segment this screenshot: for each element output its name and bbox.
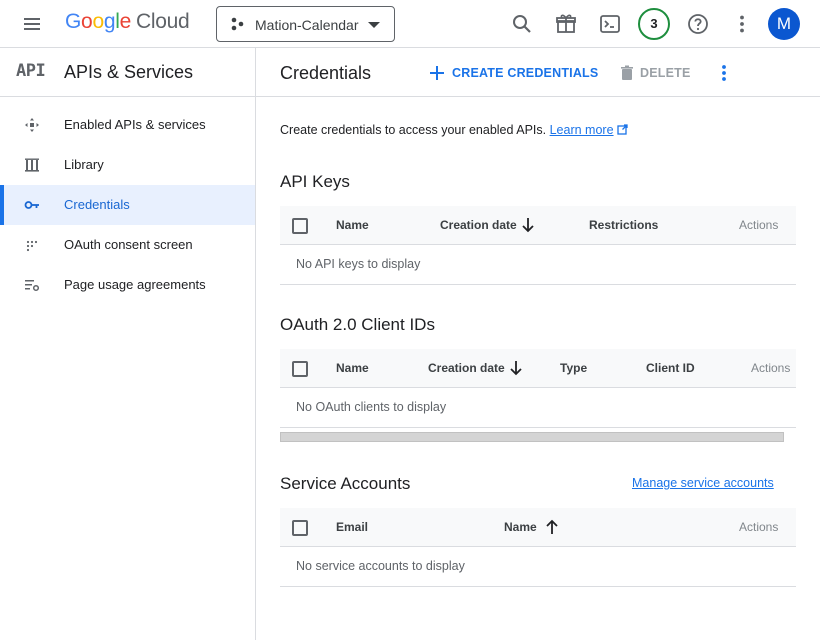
select-all-checkbox[interactable] <box>292 520 308 536</box>
diamond-arrows-icon <box>25 118 39 132</box>
intro-text: Create credentials to access your enable… <box>280 123 628 137</box>
api-keys-table: Name Creation date Restrictions Actions … <box>280 206 796 286</box>
trash-icon <box>621 65 633 80</box>
sidebar-item-label: Enabled APIs & services <box>64 117 206 132</box>
empty-state-text: No API keys to display <box>296 257 421 271</box>
table-header: Name Creation date Type Client ID Action… <box>280 349 796 388</box>
column-header[interactable]: Client ID <box>646 361 695 375</box>
google-cloud-logo[interactable]: Google Cloud <box>65 10 190 34</box>
sidebar-item-oauth-consent[interactable]: OAuth consent screen <box>0 225 255 265</box>
empty-state-text: No service accounts to display <box>296 559 465 573</box>
table-header: Name Creation date Restrictions Actions <box>280 206 796 245</box>
empty-state-text: No OAuth clients to display <box>296 400 447 414</box>
service-accounts-table: Email Name Actions No service accounts t… <box>280 508 796 588</box>
gift-icon[interactable] <box>554 12 578 36</box>
horizontal-scrollbar[interactable] <box>280 432 784 442</box>
more-vert-icon[interactable] <box>730 12 754 36</box>
main-content: Credentials CREATE CREDENTIALS DELETE Cr… <box>256 48 820 640</box>
logo-cloud-text: Cloud <box>135 10 190 33</box>
create-credentials-button[interactable]: CREATE CREDENTIALS <box>430 62 598 84</box>
chevron-down-icon <box>368 22 380 28</box>
top-bar: Google Cloud Mation-Calendar 3 M <box>0 0 820 48</box>
project-name: Mation-Calendar <box>255 17 359 33</box>
key-icon <box>24 201 39 209</box>
learn-more-link[interactable]: Learn more <box>550 123 614 137</box>
intro-description: Create credentials to access your enable… <box>280 123 547 137</box>
delete-label: DELETE <box>640 66 691 80</box>
sidebar-item-credentials[interactable]: Credentials <box>0 185 255 225</box>
column-header: Actions <box>739 520 779 534</box>
sidebar-item-label: Credentials <box>64 197 130 212</box>
logo-google-text: Google <box>65 10 131 33</box>
table-row: No API keys to display <box>280 245 796 285</box>
more-vert-icon[interactable] <box>714 61 734 85</box>
sidebar: API APIs & Services Enabled APIs & servi… <box>0 48 256 640</box>
create-credentials-label: CREATE CREDENTIALS <box>452 66 599 80</box>
column-header[interactable]: Name <box>336 361 369 375</box>
page-title: Credentials <box>280 63 372 83</box>
search-icon[interactable] <box>510 12 534 36</box>
column-header: Actions <box>751 361 791 375</box>
column-header: Actions <box>739 218 779 232</box>
oauth-heading: OAuth 2.0 Client IDs <box>280 315 435 334</box>
table-header: Email Name Actions <box>280 508 796 547</box>
external-link-icon[interactable] <box>617 124 628 135</box>
learn-more-label: Learn more <box>549 123 614 137</box>
delete-button[interactable]: DELETE <box>620 62 691 84</box>
sidebar-item-library[interactable]: Library <box>0 145 255 185</box>
arrow-up-icon[interactable] <box>545 519 559 535</box>
column-header[interactable]: Creation date <box>440 218 517 232</box>
select-all-checkbox[interactable] <box>292 218 308 234</box>
sidebar-item-page-usage[interactable]: Page usage agreements <box>0 265 255 305</box>
project-picker[interactable]: Mation-Calendar <box>216 6 395 42</box>
table-row: No OAuth clients to display <box>280 388 796 428</box>
terminal-icon[interactable] <box>598 12 622 36</box>
project-dots-icon <box>231 17 244 31</box>
notification-badge[interactable]: 3 <box>638 8 670 40</box>
oauth-table: Name Creation date Type Client ID Action… <box>280 349 796 429</box>
column-header[interactable]: Creation date <box>428 361 505 375</box>
column-header[interactable]: Name <box>504 520 537 534</box>
column-header[interactable]: Type <box>560 361 587 375</box>
list-settings-icon <box>25 280 40 292</box>
action-bar: Credentials CREATE CREDENTIALS DELETE <box>256 48 820 97</box>
sidebar-title: APIs & Services <box>64 62 194 82</box>
column-header[interactable]: Restrictions <box>589 218 658 232</box>
api-keys-heading: API Keys <box>280 172 350 191</box>
plus-icon <box>430 66 444 80</box>
sidebar-item-label: OAuth consent screen <box>64 237 193 252</box>
sidebar-item-label: Library <box>64 157 104 172</box>
api-logo: API <box>16 61 46 81</box>
dots-grid-icon <box>26 240 38 252</box>
table-row: No service accounts to display <box>280 547 796 587</box>
library-icon <box>25 158 39 172</box>
column-header[interactable]: Name <box>336 218 369 232</box>
service-accounts-heading: Service Accounts <box>280 474 411 493</box>
column-header[interactable]: Email <box>336 520 368 534</box>
menu-icon[interactable] <box>20 12 44 36</box>
sidebar-header: API APIs & Services <box>0 48 255 97</box>
help-icon[interactable] <box>686 12 710 36</box>
select-all-checkbox[interactable] <box>292 361 308 377</box>
arrow-down-icon[interactable] <box>509 360 523 376</box>
avatar[interactable]: M <box>768 8 800 40</box>
sidebar-item-label: Page usage agreements <box>64 277 206 292</box>
arrow-down-icon[interactable] <box>521 217 535 233</box>
sidebar-item-enabled-apis[interactable]: Enabled APIs & services <box>0 105 255 145</box>
manage-service-accounts-link[interactable]: Manage service accounts <box>632 476 774 490</box>
